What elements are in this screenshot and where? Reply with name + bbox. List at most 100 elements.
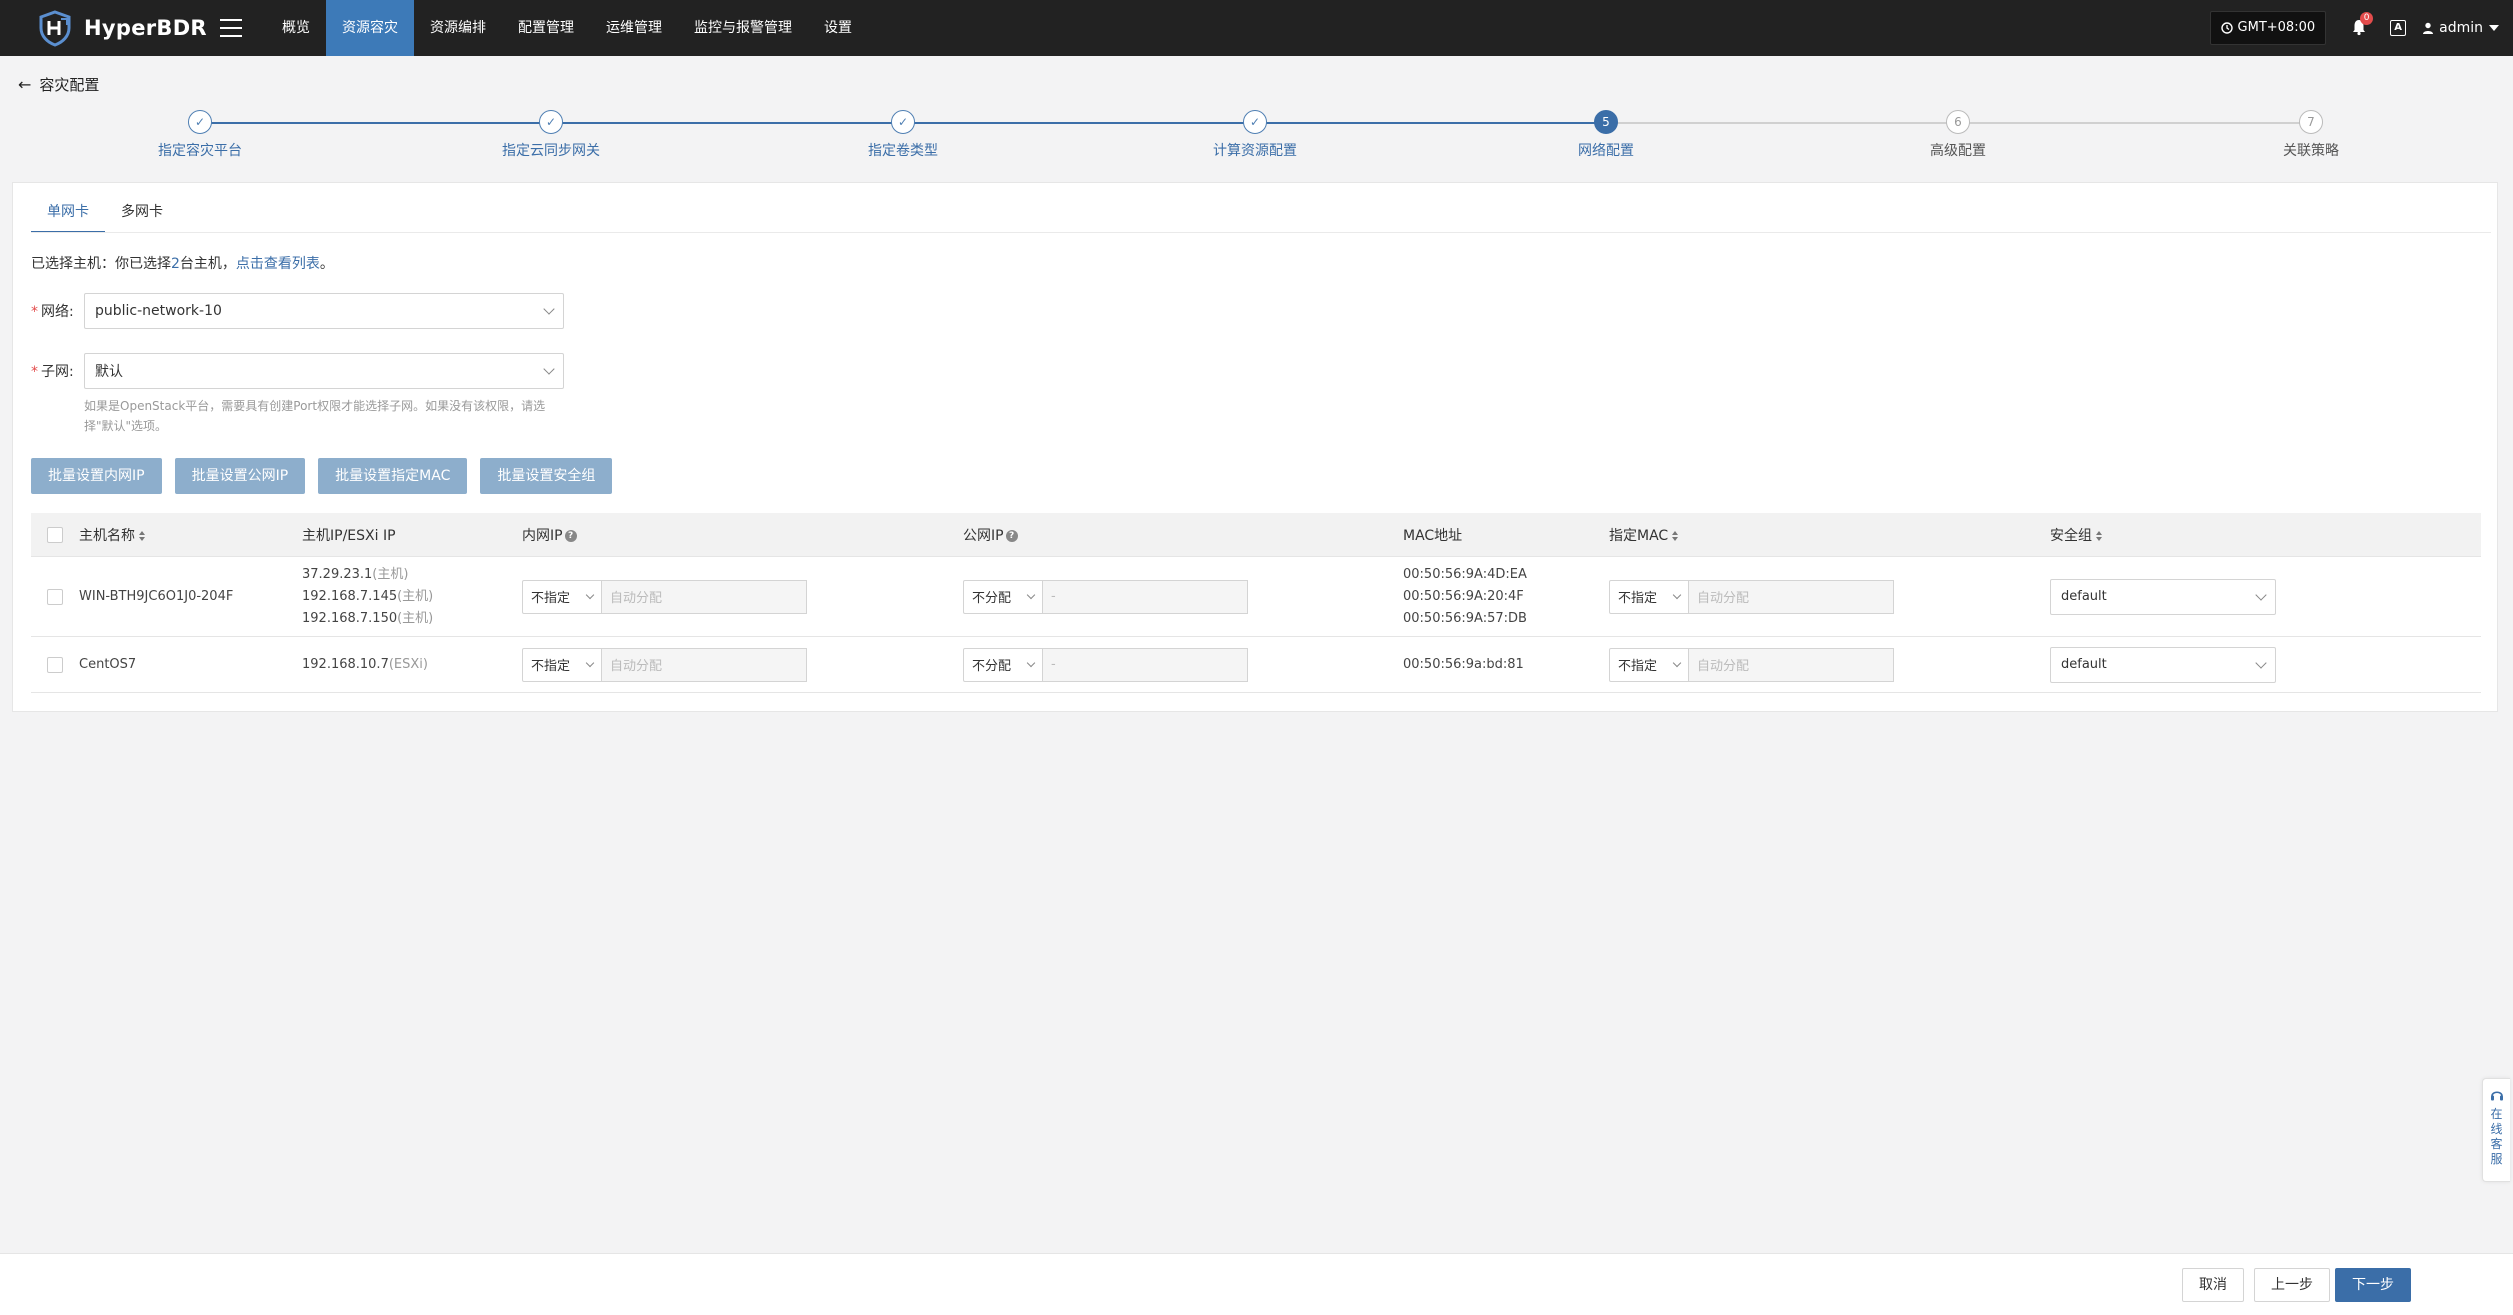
tabs-divider [31, 232, 2491, 233]
required-mark: * [31, 304, 38, 320]
ip-value: 192.168.10.7 [302, 657, 389, 672]
security-group-select[interactable]: default [2050, 578, 2276, 615]
network-row: * 网络: public-network-10 [31, 293, 564, 329]
row-checkbox[interactable] [47, 656, 63, 673]
select-all-checkbox[interactable] [47, 526, 63, 543]
nav-item-monitoring-alerts[interactable]: 监控与报警管理 [678, 0, 808, 56]
user-menu[interactable]: admin [2422, 20, 2499, 36]
step-5[interactable]: 5 网络配置 [1506, 110, 1706, 160]
tab-single-nic[interactable]: 单网卡 [31, 197, 105, 233]
arrow-left-icon: ← [18, 75, 32, 94]
menu-toggle-icon[interactable] [220, 19, 242, 37]
internal-ip-input[interactable]: 自动分配 [602, 647, 807, 682]
batch-mac-button[interactable]: 批量设置指定MAC [318, 458, 468, 494]
notifications-button[interactable]: 0 [2350, 12, 2374, 38]
shield-logo-icon [39, 10, 71, 47]
header-label: 指定MAC [1609, 527, 1669, 544]
select-value: 不指定 [531, 591, 571, 606]
internal-ip-mode-select[interactable]: 不指定 [522, 579, 602, 614]
main-nav: 概览 资源容灾 资源编排 配置管理 运维管理 监控与报警管理 设置 [266, 0, 868, 56]
header-assigned-mac[interactable]: 指定MAC [1609, 525, 2050, 545]
subnet-hint: 如果是OpenStack平台，需要具有创建Port权限才能选择子网。如果没有该权… [84, 399, 546, 433]
assigned-mac-mode-select[interactable]: 不指定 [1609, 647, 1689, 682]
nav-item-overview[interactable]: 概览 [266, 0, 326, 56]
step-label: 指定卷类型 [868, 143, 938, 159]
public-ip-input[interactable]: - [1043, 647, 1248, 682]
batch-actions: 批量设置内网IP 批量设置公网IP 批量设置指定MAC 批量设置安全组 [31, 458, 625, 494]
nav-item-resource-orchestration[interactable]: 资源编排 [414, 0, 502, 56]
chevron-down-icon [585, 590, 595, 599]
app-logo[interactable]: HyperBDR [36, 9, 216, 47]
notification-badge: 0 [2360, 12, 2374, 25]
network-select[interactable]: public-network-10 [84, 293, 564, 329]
ip-tag: (主机) [372, 566, 409, 582]
security-group-select[interactable]: default [2050, 646, 2276, 683]
app-name: HyperBDR [84, 16, 207, 40]
subnet-select[interactable]: 默认 [84, 353, 564, 389]
batch-public-ip-button[interactable]: 批量设置公网IP [174, 458, 306, 494]
subnet-label: 子网: [41, 364, 74, 380]
table-row: WIN-BTH9JC6O1J0-204F 37.29.23.1(主机) 192.… [31, 557, 2481, 637]
network-config-card: 单网卡 多网卡 已选择主机：你已选择2台主机，点击查看列表。 * 网络: publ… [12, 182, 2498, 712]
clock-icon [2220, 22, 2233, 34]
nav-item-config-management[interactable]: 配置管理 [502, 0, 590, 56]
cancel-button[interactable]: 取消 [2182, 1268, 2244, 1302]
wizard-footer: 取消 上一步 下一步 [0, 1253, 2513, 1315]
header-checkbox-cell [31, 526, 79, 543]
public-ip-combo: 不分配 - [963, 579, 1248, 614]
header-host-name[interactable]: 主机名称 [79, 525, 302, 545]
batch-security-group-button[interactable]: 批量设置安全组 [480, 458, 613, 494]
internal-ip-input[interactable]: 自动分配 [602, 579, 807, 614]
ip-tag: (ESXi) [388, 657, 428, 672]
header-label: 安全组 [2050, 527, 2092, 544]
step-7[interactable]: 7 关联策略 [2211, 110, 2411, 160]
service-char: 在 [2490, 1107, 2503, 1121]
step-number: 5 [1594, 110, 1618, 134]
back-link[interactable]: ← 容灾配置 [18, 74, 99, 95]
ip-tag: (主机) [397, 588, 434, 604]
step-6[interactable]: 6 高级配置 [1858, 110, 2058, 160]
nic-tabs: 单网卡 多网卡 [31, 197, 179, 233]
selected-count: 2 [171, 256, 180, 272]
header-security-group[interactable]: 安全组 [2050, 525, 2481, 545]
row-checkbox[interactable] [47, 588, 63, 605]
header-label: 公网IP [963, 527, 1004, 544]
public-ip-input[interactable]: - [1043, 579, 1248, 614]
mac-item: 00:50:56:9A:20:4F [1403, 588, 1524, 604]
view-host-list-link[interactable]: 点击查看列表 [236, 256, 320, 272]
public-ip-mode-select[interactable]: 不分配 [963, 579, 1043, 614]
chevron-down-icon [1672, 590, 1682, 599]
step-4[interactable]: ✓ 计算资源配置 [1155, 110, 1355, 160]
select-value: 不指定 [531, 659, 571, 674]
nav-item-resource-dr[interactable]: 资源容灾 [326, 0, 414, 56]
host-ip-item: 192.168.10.7(ESXi) [302, 657, 522, 672]
select-value: 不指定 [1618, 591, 1658, 606]
help-icon[interactable]: ? [1005, 529, 1018, 542]
selected-end: 。 [319, 256, 334, 272]
assigned-mac-mode-select[interactable]: 不指定 [1609, 579, 1689, 614]
step-1[interactable]: ✓ 指定容灾平台 [100, 110, 300, 160]
assigned-mac-input[interactable]: 自动分配 [1689, 647, 1894, 682]
host-ip-item: 192.168.7.145(主机) [302, 586, 522, 608]
public-ip-cell: 不分配 - [963, 647, 1403, 682]
tab-multi-nic[interactable]: 多网卡 [105, 197, 179, 233]
previous-step-button[interactable]: 上一步 [2254, 1268, 2330, 1302]
chevron-down-icon [1026, 590, 1036, 599]
batch-internal-ip-button[interactable]: 批量设置内网IP [31, 458, 162, 494]
timezone-label: GMT+08:00 [2237, 20, 2316, 35]
internal-ip-mode-select[interactable]: 不指定 [522, 647, 602, 682]
public-ip-mode-select[interactable]: 不分配 [963, 647, 1043, 682]
step-2[interactable]: ✓ 指定云同步网关 [451, 110, 651, 160]
next-step-button[interactable]: 下一步 [2335, 1268, 2411, 1302]
timezone-button[interactable]: GMT+08:00 [2209, 11, 2327, 45]
help-icon[interactable]: ? [564, 529, 577, 542]
translate-icon[interactable]: A [2390, 20, 2407, 36]
nav-item-settings[interactable]: 设置 [808, 0, 868, 56]
step-3[interactable]: ✓ 指定卷类型 [803, 110, 1003, 160]
host-name: CentOS7 [79, 657, 137, 672]
nav-item-ops-management[interactable]: 运维管理 [590, 0, 678, 56]
online-service-widget[interactable]: 在 线 客 服 [2482, 1078, 2510, 1182]
step-number: 7 [2299, 110, 2323, 134]
step-label: 计算资源配置 [1213, 143, 1297, 159]
assigned-mac-input[interactable]: 自动分配 [1689, 579, 1894, 614]
